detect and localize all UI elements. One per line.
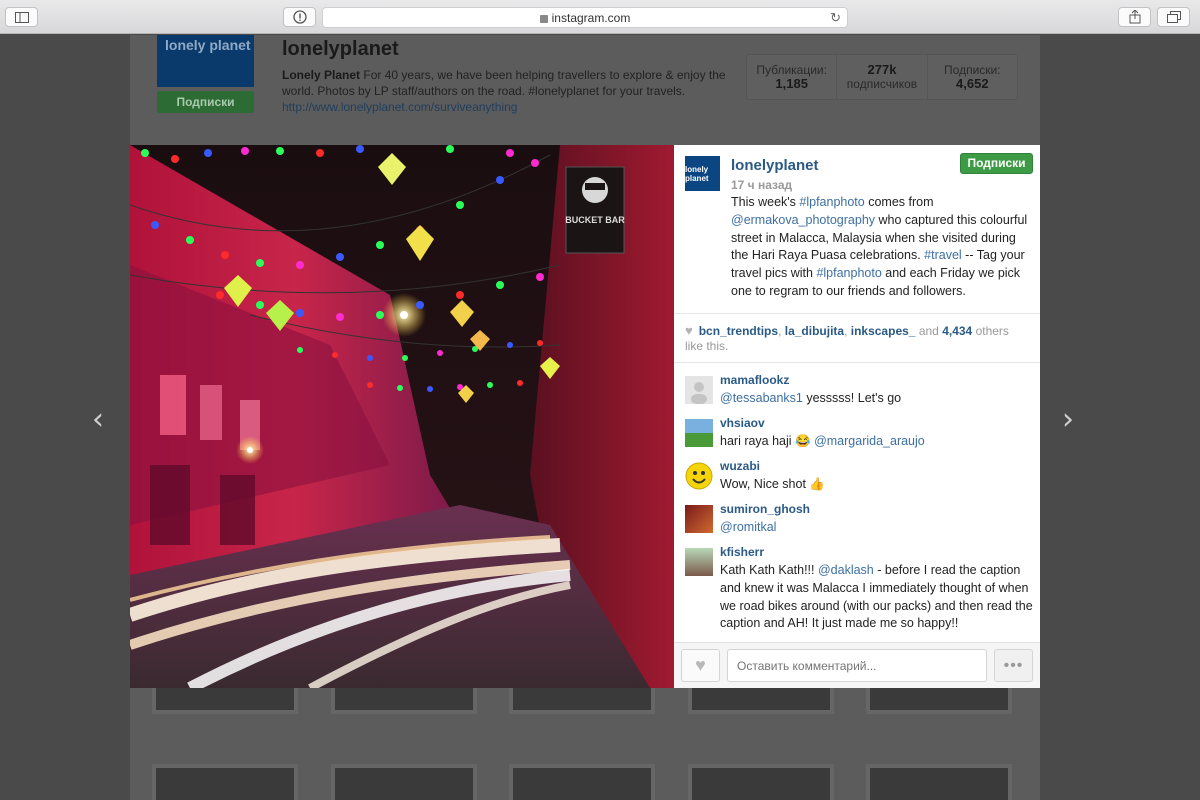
share-button[interactable] xyxy=(1118,7,1151,27)
more-options-button[interactable]: ••• xyxy=(994,649,1033,682)
address-bar[interactable]: instagram.com ↻ xyxy=(322,7,848,28)
hashtag-link[interactable]: #lpfanphoto xyxy=(816,266,881,280)
post-caption: This week's #lpfanphoto comes from @erma… xyxy=(731,194,1035,301)
comment-text: @tessabanks1 yesssss! Let's go xyxy=(720,390,1035,408)
share-icon xyxy=(1129,10,1140,24)
tabs-button[interactable] xyxy=(1157,7,1190,27)
info-icon xyxy=(292,10,307,24)
mention-link[interactable]: @margarida_araujo xyxy=(814,434,925,448)
post-avatar-text: lonely planet xyxy=(685,164,709,183)
post-photo[interactable]: BUCKET BAR xyxy=(130,145,674,688)
commenter-username[interactable]: sumiron_ghosh xyxy=(720,502,810,516)
smiley-avatar-icon xyxy=(685,462,713,490)
comment-item: kfisherr Kath Kath Kath!!! @daklash - be… xyxy=(685,545,1035,640)
liker-link[interactable]: inkscapes_ xyxy=(851,324,916,338)
like-button[interactable]: ♥ xyxy=(681,649,720,682)
profile-avatar-text: lonely planet xyxy=(165,37,251,53)
caption-text: comes from xyxy=(864,195,934,209)
mention-link[interactable]: @tessabanks1 xyxy=(720,391,803,405)
comment-body: Kath Kath Kath!!! xyxy=(720,563,818,577)
hashtag-link[interactable]: #travel xyxy=(924,248,962,262)
post-author-username[interactable]: lonelyplanet xyxy=(731,157,819,174)
commenter-username[interactable]: kfisherr xyxy=(720,545,764,559)
bucket-bar-sign: BUCKET BAR xyxy=(565,215,625,225)
follow-button[interactable]: Подписки xyxy=(960,153,1033,174)
profile-bio-name: Lonely Planet xyxy=(282,68,361,82)
commenter-avatar[interactable] xyxy=(685,505,713,533)
commenter-avatar[interactable] xyxy=(685,548,713,576)
liker-link[interactable]: bcn_trendtips xyxy=(699,324,778,338)
heart-icon: ♥ xyxy=(695,655,706,675)
liker-link[interactable]: la_dibujita xyxy=(785,324,844,338)
stat-label: подписчиков xyxy=(846,77,918,91)
comment-text: Wow, Nice shot 👍 xyxy=(720,477,825,491)
post-sidebar: lonely planet lonelyplanet 17 ч назад По… xyxy=(674,145,1040,688)
stat-label: Подписки: xyxy=(944,63,1001,77)
heart-icon: ♥ xyxy=(685,323,693,338)
likes-summary: ♥ bcn_trendtips, la_dibujita, inkscapes_ … xyxy=(674,313,1040,363)
comment-item: sumiron_ghosh @romitkal xyxy=(685,502,1035,542)
comment-text: @romitkal xyxy=(720,519,1035,537)
previous-post-arrow-icon[interactable]: ‹ xyxy=(92,402,104,437)
stat-value: 277k xyxy=(867,62,897,77)
mention-link[interactable]: @daklash xyxy=(818,563,874,577)
profile-avatar: lonely planet xyxy=(157,35,254,87)
likes-and-text: and xyxy=(918,324,939,338)
comment-input[interactable] xyxy=(727,649,987,682)
post-timestamp[interactable]: 17 ч назад xyxy=(731,178,792,192)
commenter-username[interactable]: vhsiaov xyxy=(720,416,765,430)
grid-thumbnail[interactable] xyxy=(866,764,1012,800)
stat-value: 4,652 xyxy=(956,76,989,91)
commenter-username[interactable]: wuzabi xyxy=(720,459,760,473)
stat-label: Публикации: xyxy=(756,63,827,77)
next-post-arrow-icon[interactable]: › xyxy=(1062,402,1074,437)
stat-posts: Публикации: 1,185 xyxy=(747,55,838,99)
reload-icon[interactable]: ↻ xyxy=(830,10,841,26)
grid-thumbnail[interactable] xyxy=(688,764,834,800)
street-photo-image: BUCKET BAR xyxy=(130,145,674,688)
mention-link[interactable]: @romitkal xyxy=(720,520,776,534)
sidebar-icon xyxy=(14,11,29,23)
mention-link[interactable]: @ermakova_photography xyxy=(731,213,875,227)
profile-username: lonelyplanet xyxy=(282,38,399,60)
comment-text: Kath Kath Kath!!! @daklash - before I re… xyxy=(720,562,1035,633)
browser-toolbar: instagram.com ↻ xyxy=(0,0,1200,34)
hashtag-link[interactable]: #lpfanphoto xyxy=(799,195,864,209)
commenter-avatar[interactable] xyxy=(685,419,713,447)
comment-body: hari raya haji 😂 xyxy=(720,434,815,448)
comment-body: yesssss! Let's go xyxy=(802,391,902,405)
commenter-avatar[interactable] xyxy=(685,462,713,490)
post-author-avatar[interactable]: lonely planet xyxy=(685,156,720,191)
profile-link[interactable]: http://www.lonelyplanet.com/surviveanyth… xyxy=(282,100,517,114)
comment-footer: ♥ ••• xyxy=(674,642,1040,688)
comments-list[interactable]: mamaflookz @tessabanks1 yesssss! Let's g… xyxy=(674,364,1040,640)
commenter-username[interactable]: mamaflookz xyxy=(720,373,789,387)
stat-followers[interactable]: 277k подписчиков xyxy=(837,55,928,99)
grid-thumbnail[interactable] xyxy=(331,764,477,800)
tabs-icon xyxy=(1166,11,1181,23)
comment-item: vhsiaov hari raya haji 😂 @margarida_arau… xyxy=(685,416,1035,456)
privacy-report-button[interactable] xyxy=(283,7,316,27)
default-avatar-icon xyxy=(691,382,707,404)
profile-stats: Публикации: 1,185 277k подписчиков Подписк… xyxy=(746,54,1018,100)
comment-item: mamaflookz @tessabanks1 yesssss! Let's g… xyxy=(685,373,1035,413)
comment-item: wuzabi Wow, Nice shot 👍 xyxy=(685,459,1035,499)
post-modal: BUCKET BAR lonely planet lonelyplanet 17… xyxy=(130,145,1040,688)
sidebar-toggle-button[interactable] xyxy=(5,7,38,27)
commenter-avatar[interactable] xyxy=(685,376,713,404)
grid-thumbnail[interactable] xyxy=(509,764,655,800)
grid-thumbnail[interactable] xyxy=(152,764,298,800)
profile-bio: Lonely Planet For 40 years, we have been… xyxy=(282,67,742,115)
caption-text: This week's xyxy=(731,195,800,209)
lock-icon xyxy=(539,14,548,23)
url-text: instagram.com xyxy=(551,10,631,25)
likes-count[interactable]: 4,434 xyxy=(942,324,972,338)
stat-value: 1,185 xyxy=(775,76,808,91)
profile-follow-button[interactable]: Подписки xyxy=(157,91,254,113)
stat-following[interactable]: Подписки: 4,652 xyxy=(928,55,1017,99)
comment-text: hari raya haji 😂 @margarida_araujo xyxy=(720,433,1035,451)
